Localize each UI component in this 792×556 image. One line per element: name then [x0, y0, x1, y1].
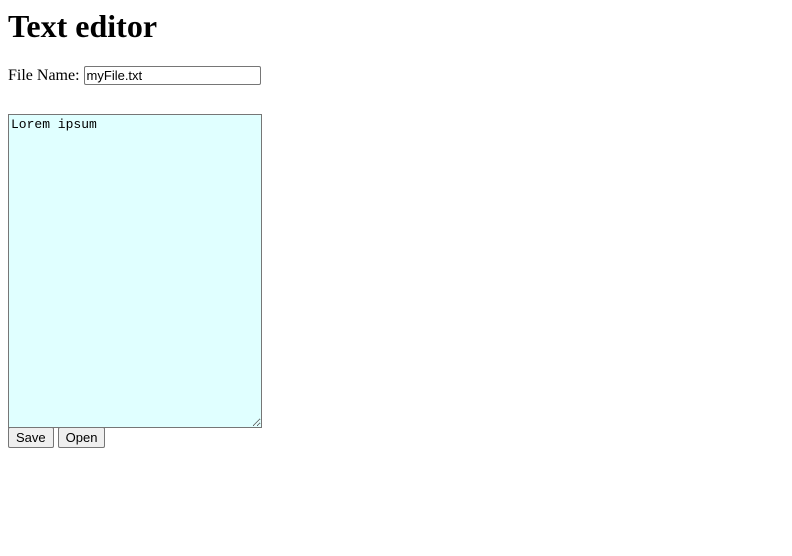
open-button[interactable]: Open [57, 427, 106, 448]
file-name-row: File Name: [8, 65, 261, 86]
page-title: Text editor [8, 8, 158, 44]
file-name-input[interactable] [83, 66, 261, 85]
action-buttons: Save Open [8, 427, 106, 448]
save-button[interactable]: Save [8, 427, 54, 448]
text-editor-area[interactable]: Lorem ipsum [8, 114, 262, 428]
text-editor-page: Text editor File Name: Lorem ipsum Save … [0, 0, 792, 556]
file-name-label: File Name: [8, 66, 80, 84]
